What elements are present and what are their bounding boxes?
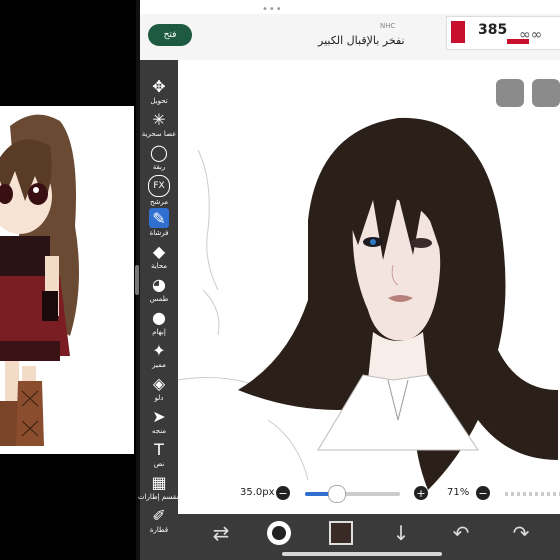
transform-icon[interactable]: ⇄: [206, 518, 236, 548]
brush-size-decrease-button[interactable]: −: [276, 486, 290, 500]
drawing-canvas[interactable]: [177, 60, 560, 514]
tool-magic-wand[interactable]: ✳ عصا سحرية: [140, 109, 178, 139]
wand-icon: ✳: [152, 109, 166, 129]
color-circle-graphic: [267, 521, 291, 545]
text-icon: T: [154, 439, 164, 459]
selection-button[interactable]: [532, 79, 560, 107]
split-divider-handle[interactable]: [135, 265, 139, 295]
color-swatch-icon[interactable]: [326, 518, 356, 548]
drop-icon: ●: [152, 307, 166, 327]
gacha-character-illustration: [0, 114, 79, 446]
layer-toggle-button[interactable]: [496, 79, 524, 107]
lasso-icon: ◯: [150, 142, 168, 162]
redo-icon[interactable]: ↷: [506, 518, 536, 548]
frame-icon: ▦: [151, 472, 167, 492]
fx-icon: FX: [148, 175, 170, 197]
tool-label: إبهام: [152, 328, 166, 336]
ad-price: 385: [478, 22, 508, 38]
color-circle-icon[interactable]: [264, 518, 294, 548]
sparkle-icon: ✦: [152, 340, 166, 360]
download-icon[interactable]: ↓: [386, 518, 416, 548]
tool-brush[interactable]: ✎ فرشاة: [140, 208, 178, 237]
undo-icon[interactable]: ↶: [446, 518, 476, 548]
brush-size-slider-knob[interactable]: [328, 485, 346, 503]
tool-fill[interactable]: ◈ دلو: [140, 373, 178, 403]
opacity-value: 71%: [447, 487, 470, 498]
home-indicator[interactable]: [282, 552, 442, 556]
tool-lasso[interactable]: ◯ ربقة: [140, 142, 178, 172]
tool-frame-divider[interactable]: ▦ مقسم إطارات: [138, 472, 180, 502]
tool-eyedropper[interactable]: ✐ قطارة: [140, 505, 178, 535]
ad-brand: NHC: [380, 22, 396, 30]
portrait-drawing: [177, 117, 558, 490]
tool-filter[interactable]: FX مرشح: [140, 175, 178, 206]
bucket-icon: ◈: [152, 373, 166, 393]
eraser-icon: ◆: [152, 241, 166, 261]
opacity-decrease-button[interactable]: −: [476, 486, 490, 500]
tool-transform[interactable]: ✥ تحويل: [140, 76, 178, 106]
move-icon: ✥: [152, 76, 166, 96]
tool-text[interactable]: T نص: [140, 439, 178, 469]
reference-image: [0, 106, 134, 454]
cursor-icon: ➤: [152, 406, 166, 426]
tool-label: نص: [153, 460, 165, 468]
tool-label: طمس: [149, 295, 169, 303]
tool-label: تحويل: [150, 97, 168, 105]
smudge-icon: ◕: [152, 274, 166, 294]
brush-size-increase-button[interactable]: +: [414, 486, 428, 500]
tool-special[interactable]: ✦ مميز: [140, 340, 178, 370]
tool-blur[interactable]: ● إبهام: [140, 307, 178, 337]
tool-label: مميز: [152, 361, 166, 369]
color-swatch-graphic: [329, 521, 353, 545]
brush-size-value: 35.0px: [240, 487, 275, 498]
opacity-slider[interactable]: [505, 492, 560, 496]
tool-eraser[interactable]: ◆ محاية: [140, 241, 178, 271]
ad-open-button[interactable]: فتح: [148, 24, 192, 46]
ad-headline: نفخر بالإقبال الكبير: [318, 34, 405, 47]
tool-label: مقسم إطارات: [138, 493, 180, 501]
tool-label: فرشاة: [149, 229, 169, 237]
tool-smudge[interactable]: ◕ طمس: [140, 274, 178, 304]
tool-label: منجه: [151, 427, 167, 435]
tool-label: ربقة: [152, 163, 166, 171]
tool-label: قطارة: [149, 526, 169, 534]
tool-label: مرشح: [150, 198, 168, 206]
tool-label: عصا سحرية: [141, 130, 177, 138]
tool-label: دلو: [154, 394, 164, 402]
tool-label: محاية: [150, 262, 168, 270]
svg-text:∞∞: ∞∞: [519, 27, 542, 43]
tool-select[interactable]: ➤ منجه: [140, 406, 178, 436]
eyedropper-icon: ✐: [152, 505, 166, 525]
brush-icon: ✎: [149, 208, 169, 228]
